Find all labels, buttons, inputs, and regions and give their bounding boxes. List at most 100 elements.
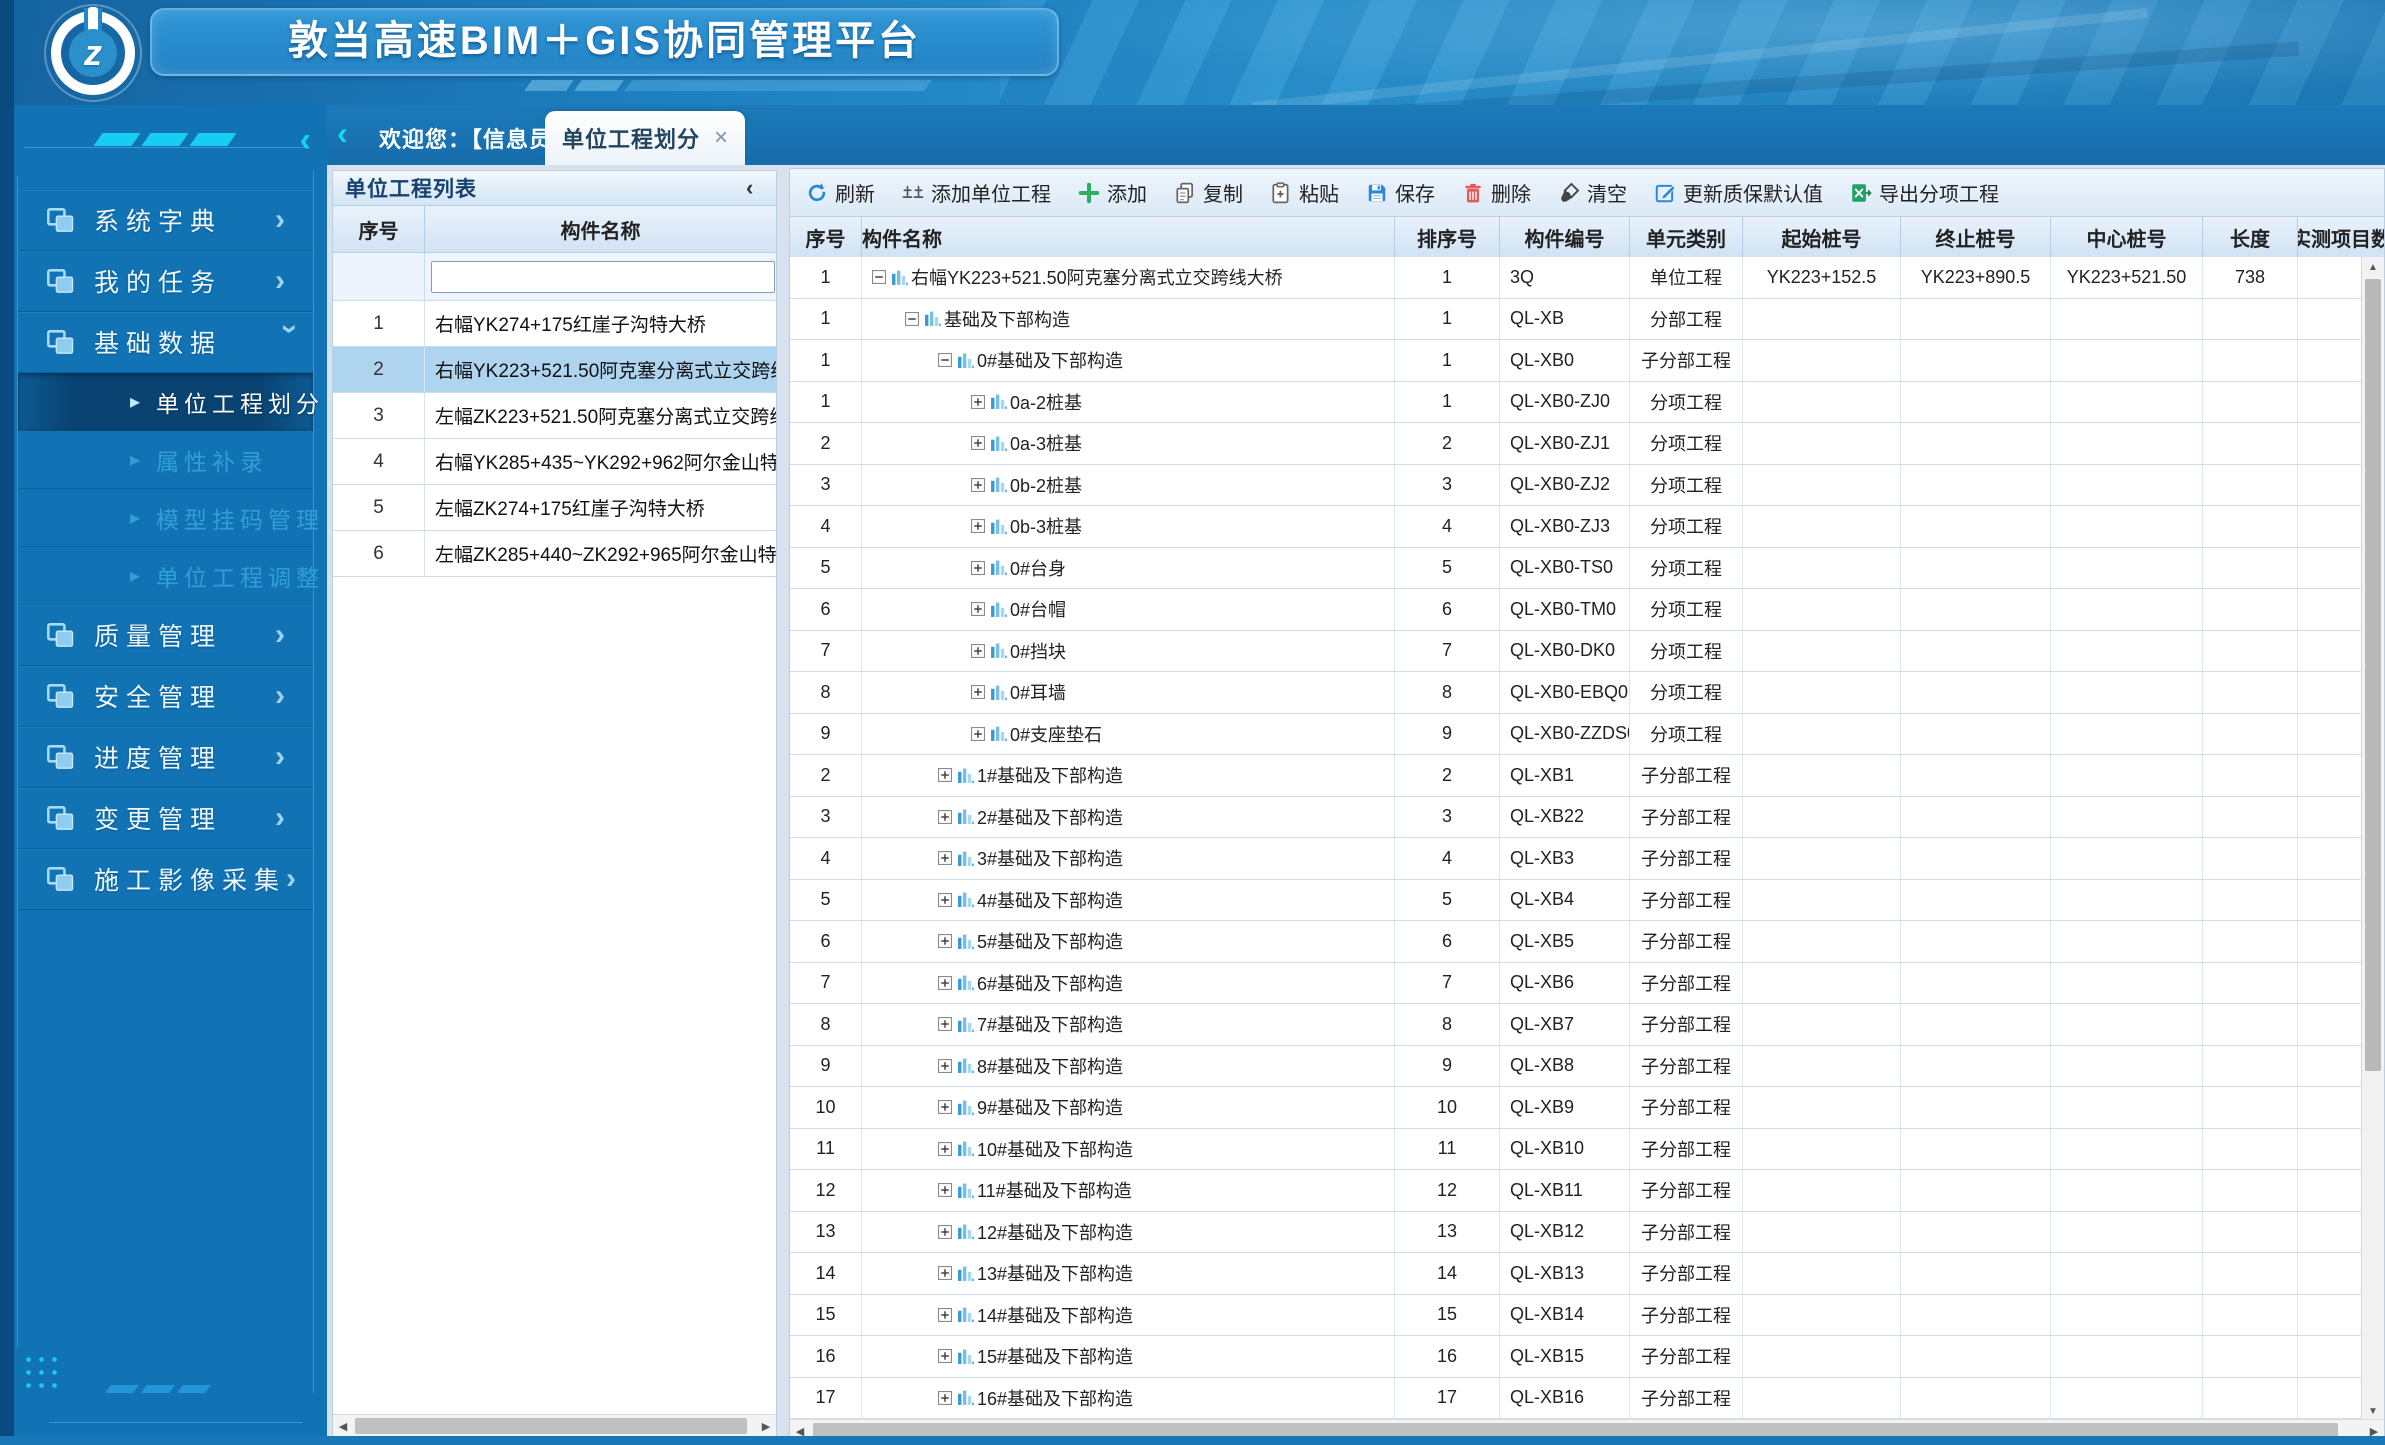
expand-node-icon[interactable] <box>971 685 985 699</box>
expand-node-icon[interactable] <box>938 1391 952 1405</box>
sidebar-subitem-5[interactable]: 模型挂码管理 <box>18 489 313 547</box>
table-row[interactable]: 1110#基础及下部构造11QL-XB10子分部工程 <box>790 1129 2361 1171</box>
list-item[interactable]: 2右幅YK223+521.50阿克塞分离式立交跨线大桥 <box>333 347 776 393</box>
clear-button[interactable]: 清空 <box>1558 178 1627 207</box>
expand-node-icon[interactable] <box>938 1142 952 1156</box>
list-item[interactable]: 6左幅ZK285+440~ZK292+965阿尔金山特长隧道 <box>333 531 776 577</box>
left-name-filter-input[interactable] <box>431 261 775 293</box>
delete-button[interactable]: 删除 <box>1462 178 1531 207</box>
table-row[interactable]: 1413#基础及下部构造14QL-XB13子分部工程 <box>790 1253 2361 1295</box>
table-row[interactable]: 109#基础及下部构造10QL-XB9子分部工程 <box>790 1087 2361 1129</box>
table-row[interactable]: 1211#基础及下部构造12QL-XB11子分部工程 <box>790 1170 2361 1212</box>
expand-node-icon[interactable] <box>938 1017 952 1031</box>
sidebar-subitem-4[interactable]: 属性补录 <box>18 431 313 489</box>
table-row[interactable]: 98#基础及下部构造9QL-XB8子分部工程 <box>790 1046 2361 1088</box>
expand-node-icon[interactable] <box>971 602 985 616</box>
list-item[interactable]: 3左幅ZK223+521.50阿克塞分离式立交跨线大桥 <box>333 393 776 439</box>
table-row[interactable]: 76#基础及下部构造7QL-XB6子分部工程 <box>790 963 2361 1005</box>
expand-node-icon[interactable] <box>971 727 985 741</box>
expand-node-icon[interactable] <box>938 893 952 907</box>
scrollbar-thumb[interactable] <box>355 1418 747 1434</box>
sidebar-item-8[interactable]: 安全管理 <box>18 666 313 727</box>
expand-node-icon[interactable] <box>938 1059 952 1073</box>
tab-close-icon[interactable]: × <box>714 126 728 150</box>
expand-node-icon[interactable] <box>971 478 985 492</box>
toolbar-button-label: 粘贴 <box>1299 178 1339 207</box>
expand-node-icon[interactable] <box>938 1225 952 1239</box>
table-row[interactable]: 90#支座垫石9QL-XB0-ZZDS0分项工程 <box>790 714 2361 756</box>
refresh-button[interactable]: 刷新 <box>806 178 875 207</box>
table-row[interactable]: 70#挡块7QL-XB0-DK0分项工程 <box>790 631 2361 673</box>
table-row[interactable]: 65#基础及下部构造6QL-XB5子分部工程 <box>790 921 2361 963</box>
expand-node-icon[interactable] <box>971 436 985 450</box>
table-row[interactable]: 43#基础及下部构造4QL-XB3子分部工程 <box>790 838 2361 880</box>
expand-node-icon[interactable] <box>938 1308 952 1322</box>
table-row[interactable]: 1615#基础及下部构造16QL-XB15子分部工程 <box>790 1336 2361 1378</box>
table-row[interactable]: 10#基础及下部构造1QL-XB0子分部工程 <box>790 340 2361 382</box>
sidebar-item-0[interactable]: 系统字典 <box>18 190 313 251</box>
sidebar-item-10[interactable]: 变更管理 <box>18 788 313 849</box>
add-unit-button[interactable]: 添加单位工程 <box>902 178 1051 207</box>
collapse-node-icon[interactable] <box>872 270 886 284</box>
expand-node-icon[interactable] <box>938 934 952 948</box>
table-row[interactable]: 50#台身5QL-XB0-TS0分项工程 <box>790 548 2361 590</box>
table-row[interactable]: 32#基础及下部构造3QL-XB22子分部工程 <box>790 797 2361 839</box>
table-row[interactable]: 60#台帽6QL-XB0-TM0分项工程 <box>790 589 2361 631</box>
expand-node-icon[interactable] <box>938 810 952 824</box>
sidebar-subitem-6[interactable]: 单位工程调整 <box>18 547 313 605</box>
sidebar-item-1[interactable]: 我的任务 <box>18 251 313 312</box>
expand-node-icon[interactable] <box>938 1183 952 1197</box>
collapse-node-icon[interactable] <box>905 312 919 326</box>
sidebar-item-9[interactable]: 进度管理 <box>18 727 313 788</box>
table-row[interactable]: 1基础及下部构造1QL-XB分部工程 <box>790 299 2361 341</box>
scroll-down-icon[interactable]: ▼ <box>2362 1401 2384 1421</box>
paste-button[interactable]: 粘贴 <box>1270 178 1339 207</box>
tab-unit-project-division[interactable]: 单位工程划分 × <box>545 111 745 165</box>
expand-node-icon[interactable] <box>971 395 985 409</box>
main-vertical-scrollbar[interactable]: ▲ ▼ <box>2361 257 2384 1421</box>
expand-node-icon[interactable] <box>971 644 985 658</box>
sidebar-item-2[interactable]: 基础数据 <box>18 312 313 373</box>
table-row[interactable]: 54#基础及下部构造5QL-XB4子分部工程 <box>790 880 2361 922</box>
list-item[interactable]: 1右幅YK274+175红崖子沟特大桥 <box>333 301 776 347</box>
table-row[interactable]: 10a-2桩基1QL-XB0-ZJ0分项工程 <box>790 382 2361 424</box>
row-center-stake <box>2051 1295 2203 1336</box>
export-button[interactable]: 导出分项工程 <box>1850 178 1999 207</box>
expand-node-icon[interactable] <box>938 1266 952 1280</box>
expand-node-icon[interactable] <box>938 851 952 865</box>
table-row[interactable]: 80#耳墙8QL-XB0-EBQ0分项工程 <box>790 672 2361 714</box>
expand-node-icon[interactable] <box>971 561 985 575</box>
collapse-node-icon[interactable] <box>938 353 952 367</box>
save-button[interactable]: 保存 <box>1366 178 1435 207</box>
scrollbar-thumb[interactable] <box>2365 279 2381 1071</box>
plus-button[interactable]: 添加 <box>1078 178 1147 207</box>
expand-node-icon[interactable] <box>938 1349 952 1363</box>
sidebar-item-11[interactable]: 施工影像采集 <box>18 849 313 910</box>
sidebar-subitem-3[interactable]: 单位工程划分 <box>18 373 313 431</box>
list-item[interactable]: 4右幅YK285+435~YK292+962阿尔金山特长隧道 <box>333 439 776 485</box>
table-row[interactable]: 1312#基础及下部构造13QL-XB12子分部工程 <box>790 1212 2361 1254</box>
sidebar-item-7[interactable]: 质量管理 <box>18 605 313 666</box>
table-row[interactable]: 87#基础及下部构造8QL-XB7子分部工程 <box>790 1004 2361 1046</box>
list-item[interactable]: 5左幅ZK274+175红崖子沟特大桥 <box>333 485 776 531</box>
table-row[interactable]: 1右幅YK223+521.50阿克塞分离式立交跨线大桥13Q单位工程YK223+… <box>790 257 2361 299</box>
table-row[interactable]: 21#基础及下部构造2QL-XB1子分部工程 <box>790 755 2361 797</box>
left-horizontal-scrollbar[interactable]: ◀ ▶ <box>333 1414 776 1437</box>
update-button[interactable]: 更新质保默认值 <box>1654 178 1823 207</box>
table-row[interactable]: 20a-3桩基2QL-XB0-ZJ1分项工程 <box>790 423 2361 465</box>
expand-node-icon[interactable] <box>938 976 952 990</box>
expand-node-icon[interactable] <box>938 768 952 782</box>
tabs-back-icon[interactable]: ‹ <box>337 117 348 149</box>
expand-node-icon[interactable] <box>971 519 985 533</box>
expand-node-icon[interactable] <box>938 1100 952 1114</box>
table-row[interactable]: 1514#基础及下部构造15QL-XB14子分部工程 <box>790 1295 2361 1337</box>
scroll-up-icon[interactable]: ▲ <box>2362 257 2384 277</box>
table-row[interactable]: 40b-3桩基4QL-XB0-ZJ3分项工程 <box>790 506 2361 548</box>
scroll-right-icon[interactable]: ▶ <box>756 1415 776 1437</box>
left-panel-collapse-icon[interactable]: ‹ <box>746 175 776 201</box>
table-row[interactable]: 1716#基础及下部构造17QL-XB16子分部工程 <box>790 1378 2361 1420</box>
copy-button[interactable]: 复制 <box>1174 178 1243 207</box>
table-row[interactable]: 30b-2桩基3QL-XB0-ZJ2分项工程 <box>790 465 2361 507</box>
sidebar-collapse-icon[interactable]: ‹ <box>300 123 311 157</box>
scroll-left-icon[interactable]: ◀ <box>333 1415 353 1437</box>
